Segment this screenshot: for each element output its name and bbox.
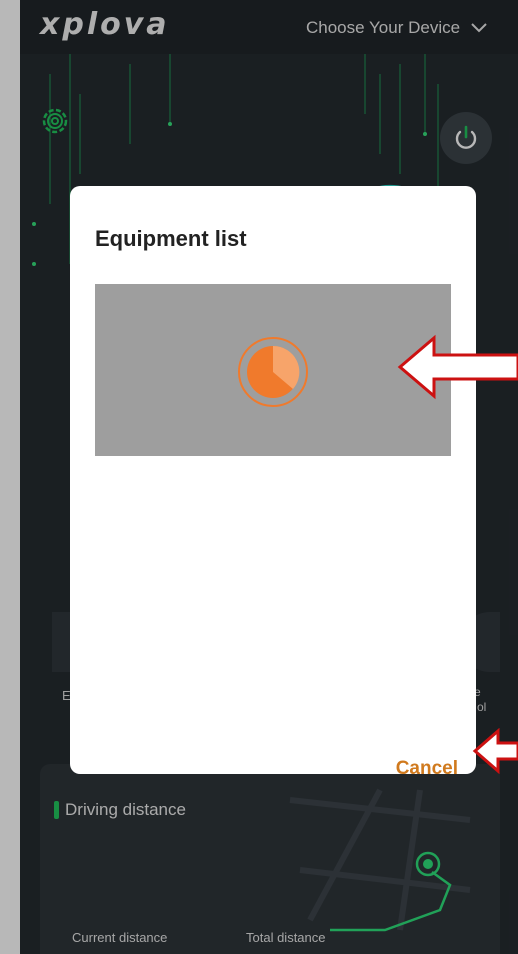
- cancel-button[interactable]: Cancel: [378, 754, 458, 784]
- equipment-list-dialog: Equipment list Cancel: [70, 186, 476, 779]
- loading-spinner-icon: [238, 337, 308, 407]
- arrow-left-icon: [397, 334, 518, 400]
- dialog-title: Equipment list: [95, 226, 247, 251]
- arrow-left-icon: [472, 728, 518, 774]
